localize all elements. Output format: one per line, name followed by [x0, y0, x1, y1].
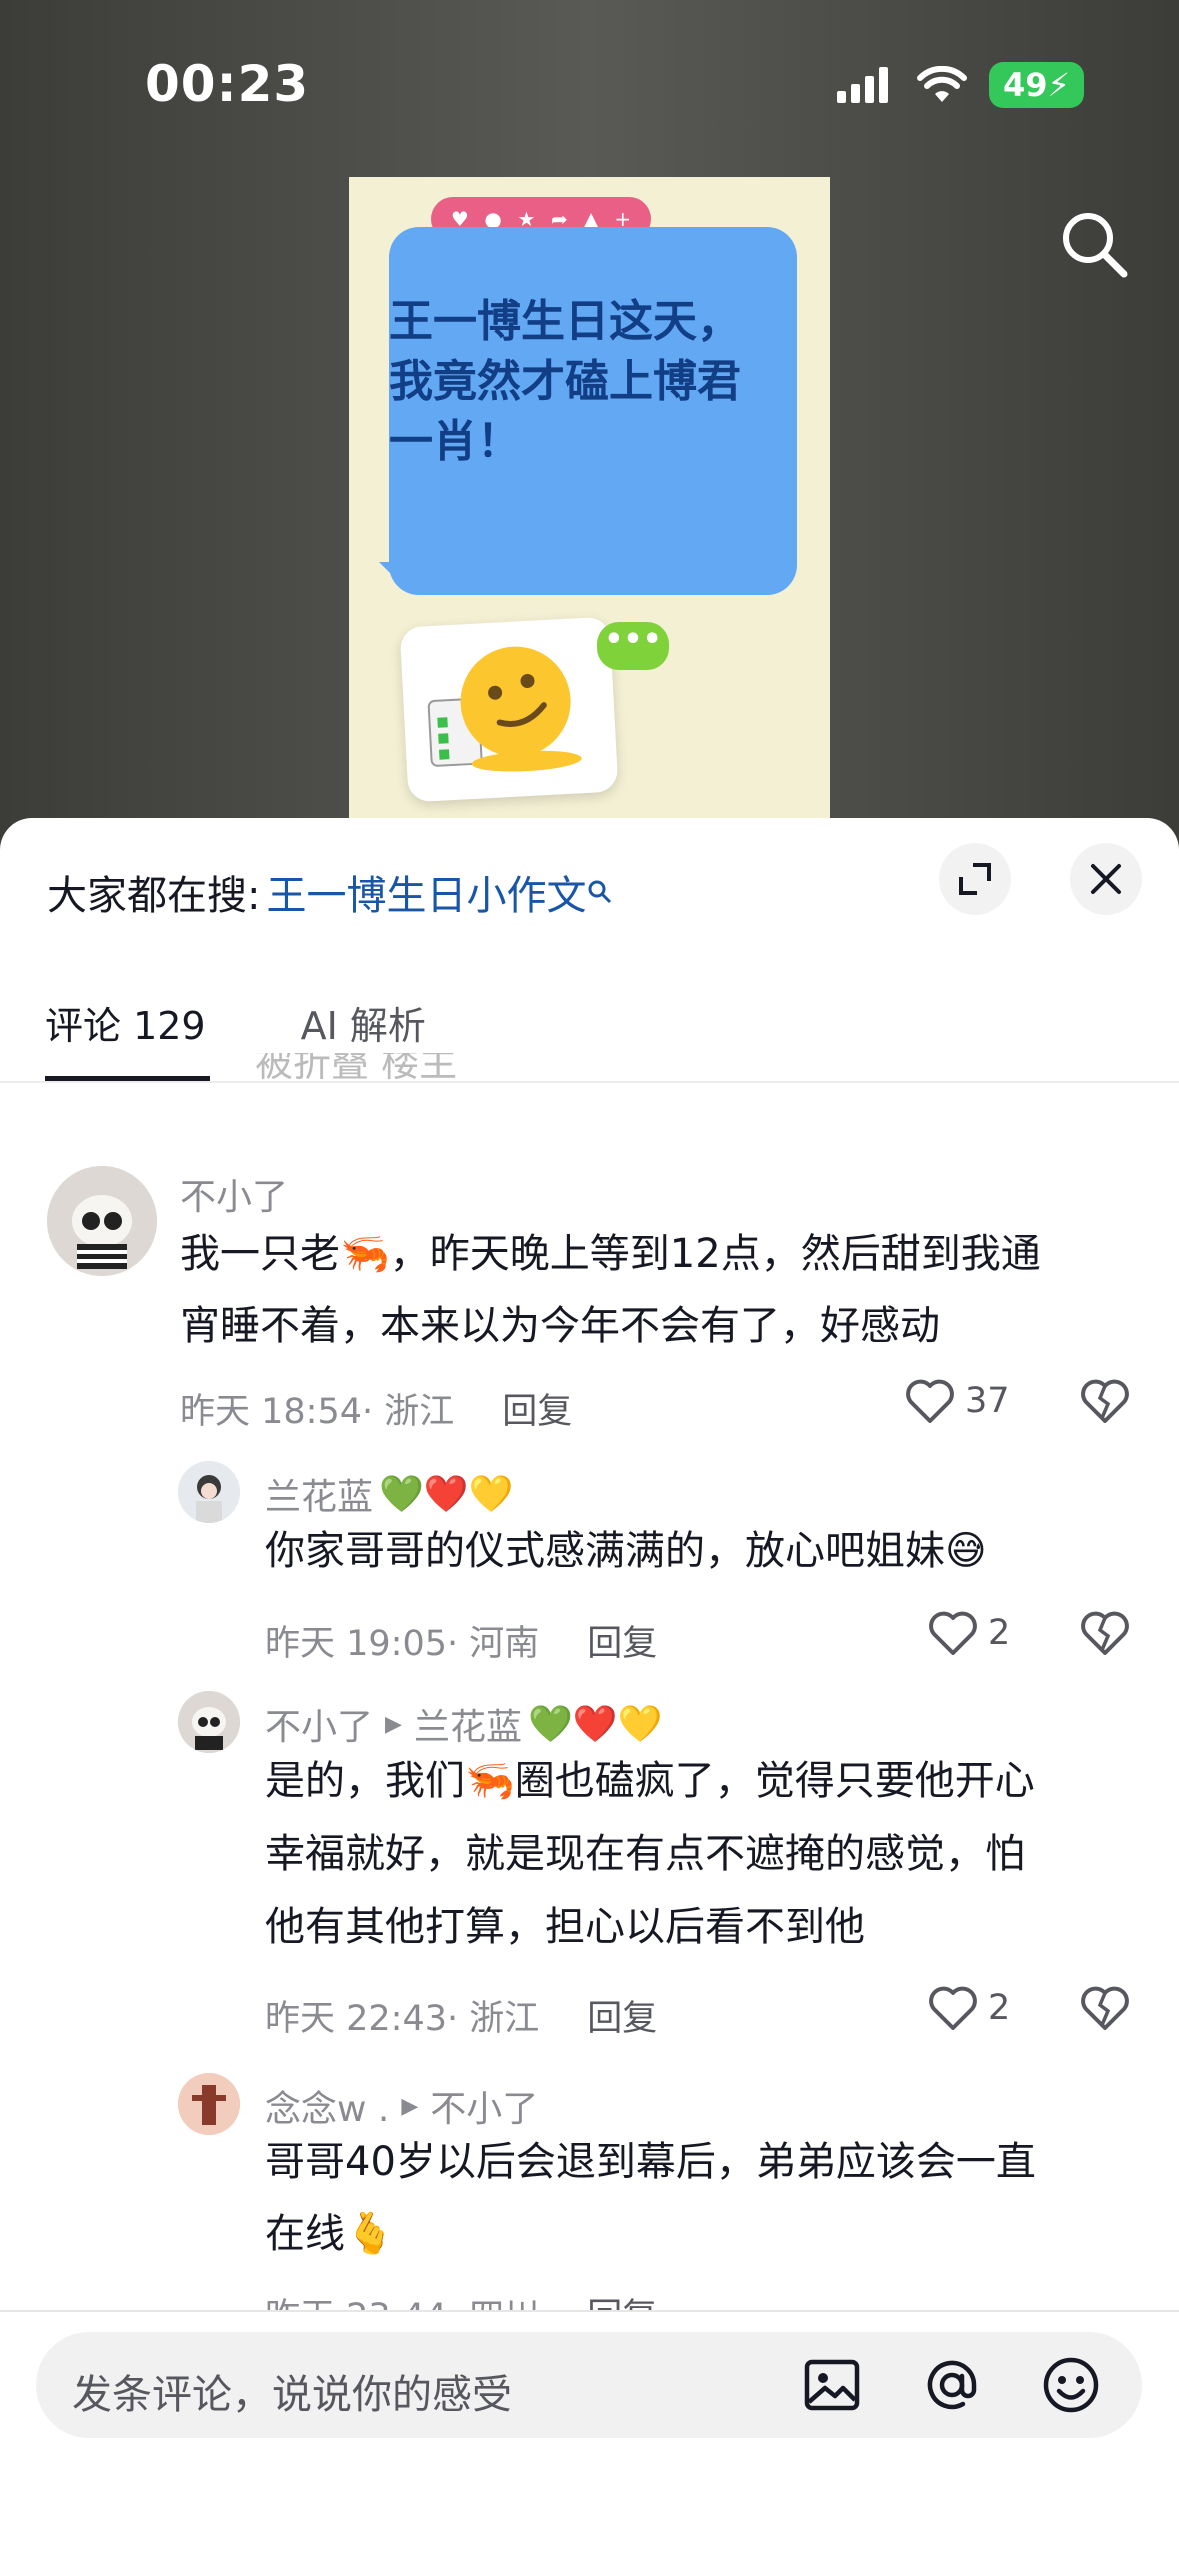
heart-outline-icon	[906, 1379, 954, 1423]
heart-emojis: 💚❤️💛	[527, 1704, 663, 1745]
search-suggestion-keyword[interactable]: 王一博生日小作文	[266, 863, 586, 921]
video-cover[interactable]: ♥ ● ★ ➦ ▲ + 王一博生日这天，我竟然才磕上博君一肖！ •••	[349, 177, 830, 867]
comment-meta: 昨天 18:54 · 浙江 回复	[180, 1383, 572, 1434]
comment-meta: 昨天 22:43 · 浙江 回复	[265, 1990, 657, 2041]
speech-bubble-tail	[379, 562, 409, 592]
melting-face-icon	[427, 646, 582, 772]
heart-outline-icon	[929, 1611, 977, 1655]
comment-location: · 浙江	[447, 1999, 540, 2039]
comment-author: 兰花蓝 💚❤️💛	[265, 1468, 514, 1520]
battery-indicator: 49 ⚡	[989, 62, 1084, 108]
reply-arrow-icon: ▶	[385, 1711, 402, 1737]
comment-text-line: 是的，我们🦐圈也磕疯了，觉得只要他开心	[265, 1758, 1035, 1804]
reply-arrow-icon: ▶	[401, 2093, 419, 2119]
reply-button[interactable]: 回复	[502, 1383, 572, 1434]
avatar[interactable]	[47, 1166, 157, 1276]
battery-level: 49	[1003, 66, 1048, 104]
avatar[interactable]	[178, 1461, 240, 1523]
comment-meta: 昨天 23:44 · 四川 回复	[265, 2288, 657, 2310]
tab-ai-analysis[interactable]: AI 解析	[301, 995, 426, 1050]
broken-heart-icon[interactable]	[1080, 1985, 1130, 2031]
comment-location: · 浙江	[362, 1392, 455, 1432]
small-search-icon	[588, 880, 612, 904]
signal-icon	[837, 67, 888, 103]
reply-button[interactable]: 回复	[587, 1990, 657, 2041]
cover-text: 王一博生日这天，我竟然才磕上博君一肖！	[389, 296, 741, 467]
comment-text-line: 你家哥哥的仪式感满满的，放心吧姐妹😅	[265, 1528, 987, 1574]
comment-meta: 昨天 19:05 · 河南 回复	[265, 1615, 657, 1666]
avatar[interactable]	[178, 2073, 240, 2135]
comment-text-line: 哥哥40岁以后会退到幕后，弟弟应该会一直	[265, 2139, 1036, 2185]
like-button[interactable]: 37	[905, 1378, 1010, 1424]
comment-text-line: 幸福就好，就是现在有点不遮掩的感觉，怕	[265, 1831, 1025, 1877]
tab-divider	[0, 1081, 1179, 1083]
comment-text-line: 宵睡不着，本来以为今年不会有了，好感动	[180, 1303, 940, 1349]
reply-author[interactable]: 不小了	[265, 1698, 373, 1750]
reply-author[interactable]: 念念w .	[265, 2080, 389, 2132]
like-count: 2	[988, 1988, 1011, 2028]
reply-button[interactable]: 回复	[587, 1615, 657, 1666]
charging-icon: ⚡	[1047, 66, 1070, 104]
tab-comments[interactable]: 评论 129	[45, 995, 206, 1050]
image-icon[interactable]	[801, 2354, 863, 2416]
expand-icon	[959, 863, 991, 895]
clipped-meta-row: 昨天 23:44 · 四川 回复	[265, 2288, 1165, 2310]
broken-heart-icon[interactable]	[1080, 1378, 1130, 1424]
comment-input[interactable]: 发条评论，说说你的感受	[36, 2332, 1142, 2438]
comment-author[interactable]: 不小了	[180, 1168, 288, 1220]
like-button[interactable]: 2	[928, 1985, 1010, 2031]
comment-text-line: 他有其他打算，担心以后看不到他	[265, 1904, 865, 1950]
status-time: 00:23	[145, 55, 310, 113]
comment-time: 昨天 18:54	[180, 1392, 362, 1432]
comment-input-placeholder: 发条评论，说说你的感受	[72, 2372, 512, 2418]
comment-sheet: 大家都在搜: 王一博生日小作文 评论 129 AI 解析 被折叠 楼主 不小了 …	[0, 818, 1179, 2556]
reply-button[interactable]: 回复	[587, 2288, 657, 2310]
comment-location: · 四川	[447, 2288, 539, 2310]
emoji-icon[interactable]	[1040, 2354, 1102, 2416]
reply-to-name[interactable]: 不小了	[430, 2080, 538, 2132]
status-icons: 49 ⚡	[837, 62, 1084, 108]
comment-location: · 河南	[447, 1624, 540, 1664]
like-button[interactable]: 2	[928, 1610, 1010, 1656]
close-button[interactable]	[1070, 843, 1142, 915]
comment-time: 昨天 19:05	[265, 1624, 447, 1664]
cat-avatar-icon	[47, 1166, 157, 1276]
emoji-card	[399, 616, 619, 803]
heart-outline-icon	[929, 1986, 977, 2030]
avatar-icon	[178, 2073, 240, 2135]
chat-dots-icon: •••	[597, 622, 669, 670]
comment-text-line: 我一只老🦐，昨天晚上等到12点，然后甜到我通	[180, 1231, 1041, 1277]
comment-text-line: 在线🫰	[265, 2211, 395, 2257]
girl-avatar-icon	[178, 1461, 240, 1523]
mention-icon[interactable]	[921, 2354, 983, 2416]
broken-heart-icon[interactable]	[1080, 1610, 1130, 1656]
reply-author[interactable]: 兰花蓝	[265, 1468, 373, 1520]
like-count: 2	[988, 1613, 1011, 1653]
comment-time: 昨天 22:43	[265, 1999, 447, 2039]
comment-author: 念念w . ▶ 不小了	[265, 2080, 538, 2132]
tab-bar: 评论 129 AI 解析	[45, 995, 426, 1050]
like-count: 37	[965, 1381, 1010, 1421]
comment-time: 昨天 23:44	[265, 2288, 447, 2310]
comment-input-bar: 发条评论，说说你的感受	[0, 2312, 1179, 2556]
cat-avatar-icon	[178, 1691, 240, 1753]
reply-to-name[interactable]: 兰花蓝	[414, 1698, 522, 1750]
search-suggestion-prefix: 大家都在搜:	[47, 873, 261, 919]
partially-hidden-text: 被折叠 楼主	[255, 1053, 458, 1081]
comment-author: 不小了 ▶ 兰花蓝 💚❤️💛	[265, 1698, 662, 1750]
wifi-icon	[917, 66, 967, 102]
close-icon	[1091, 864, 1121, 894]
search-suggestion[interactable]: 大家都在搜: 王一博生日小作文	[47, 863, 614, 921]
avatar[interactable]	[178, 1691, 240, 1753]
expand-button[interactable]	[939, 843, 1011, 915]
heart-emojis: 💚❤️💛	[379, 1474, 514, 1515]
search-icon[interactable]	[1060, 210, 1130, 280]
